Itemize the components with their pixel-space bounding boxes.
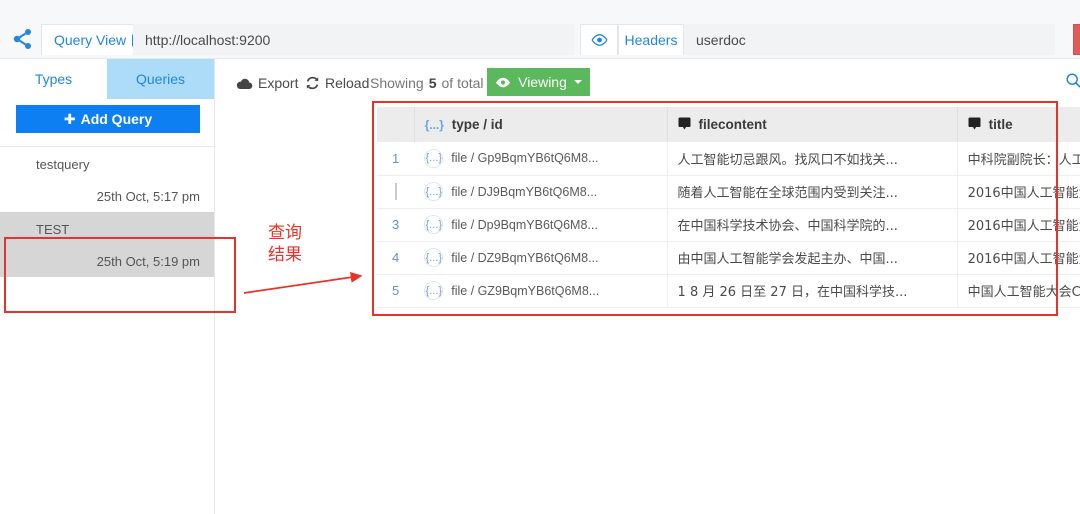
share-icon[interactable] [10,27,36,51]
table-body: 1 {...} file / Gp9BqmYB6tQ6M8... 人工智能切忌跟… [377,142,1080,308]
query-date: 25th Oct, 5:19 pm [96,254,200,269]
table-row[interactable]: 3 {...} file / Dp9BqmYB6tQ6M8... 在中国科学技术… [377,208,1080,242]
reload-label: Reload [325,75,370,91]
list-item[interactable]: TEST 25th Oct, 5:19 pm [0,212,214,277]
refresh-icon [306,76,319,90]
braces-icon: {...} [424,148,444,168]
row-checkbox-cell[interactable] [377,175,415,209]
cell-filecontent[interactable]: 在中国科学技术协会、中国科学院的... [667,208,958,242]
table-header: {...} type / id filecontent title [377,107,1080,142]
row-number: 4 [377,241,415,275]
table-row[interactable]: 5 {...} file / GZ9BqmYB6tQ6M8... 1 8 月 2… [377,274,1080,308]
export-label: Export [258,75,299,91]
row-number: 5 [377,274,415,308]
column-label-title: title [988,117,1013,132]
cell-title[interactable]: 2016中国人工智能大会 大咖云集探... [957,175,1080,209]
column-label-filecontent: filecontent [698,117,767,132]
table-row[interactable]: 4 {...} file / DZ9BqmYB6tQ6M8... 由中国人工智能… [377,241,1080,275]
row-number: 1 [377,142,415,176]
row-number: 3 [377,208,415,242]
cell-title[interactable]: 中国人工智能大会CCAI 2016圆满落... [957,274,1080,308]
tab-headers[interactable]: Headers [618,24,684,55]
type-id-value: file / Gp9BqmYB6tQ6M8... [451,151,599,166]
add-query-button[interactable]: ✚ Add Query [16,105,200,133]
text-field-icon [968,117,981,133]
column-header-type-id[interactable]: {...} type / id [414,107,668,142]
cloud-download-icon [236,78,253,89]
cell-filecontent[interactable]: 由中国人工智能学会发起主办、中国... [667,241,958,275]
preview-toggle-button[interactable] [580,24,618,55]
braces-icon: {...} [424,248,444,267]
showing-prefix: Showing [370,75,424,91]
cell-filecontent[interactable]: 1 8 月 26 日至 27 日，在中国科学技... [667,274,958,308]
plus-icon: ✚ [63,110,76,127]
eye-icon [496,77,511,87]
list-item[interactable]: testquery 25th Oct, 5:17 pm [0,147,214,212]
type-id-value: file / GZ9BqmYB6tQ6M8... [451,283,600,298]
index-input[interactable]: userdoc [684,24,1055,55]
export-button[interactable]: Export [236,70,298,96]
row-checkbox[interactable] [394,183,397,200]
cell-type-id[interactable]: {...} file / DZ9BqmYB6tQ6M8... [414,241,668,275]
braces-icon: {...} [424,117,444,132]
url-input[interactable]: http://localhost:9200 [133,24,574,55]
results-count: Showing 5 of total 5 [370,70,496,96]
type-id-value: file / DJ9BqmYB6tQ6M8... [451,184,598,199]
add-query-label: Add Query [80,111,153,127]
showing-count: 5 [428,75,437,91]
braces-icon: {...} [424,182,444,201]
cell-type-id[interactable]: {...} file / Gp9BqmYB6tQ6M8... [414,142,668,176]
eye-icon [590,34,608,46]
tab-headers-label: Headers [624,32,678,48]
viewing-dropdown-button[interactable]: Viewing [487,68,590,96]
showing-middle: of total [441,75,484,91]
column-header-title[interactable]: title [957,107,1080,142]
reload-button[interactable]: Reload [305,70,369,96]
type-id-value: file / Dp9BqmYB6tQ6M8... [451,217,598,232]
column-header-row-number [377,107,415,142]
top-bar: Query View http://localhost:9200 Headers… [0,0,1080,59]
delete-button[interactable] [1073,24,1080,55]
sidebar-tab-types[interactable]: Types [0,59,107,99]
tab-query-view-label: Query View [54,32,127,48]
annotation-arrow [243,271,363,294]
column-header-filecontent[interactable]: filecontent [667,107,958,142]
cell-title[interactable]: 2016中国人工智能大会 顶尖专家齐... [957,241,1080,275]
results-table: {...} type / id filecontent title 1 {...… [377,107,1080,308]
cell-type-id[interactable]: {...} file / DJ9BqmYB6tQ6M8... [414,175,668,209]
cell-title[interactable]: 中科院副院长：人工智能 找风口不... [957,142,1080,176]
cell-type-id[interactable]: {...} file / GZ9BqmYB6tQ6M8... [414,274,668,308]
sidebar-tabs: Types Queries [0,59,214,99]
cell-filecontent[interactable]: 人工智能切忌跟风。找风口不如找关... [667,142,958,176]
results-toolbar: Export Reload Showing 5 of total 5 Viewi… [215,59,1080,109]
braces-icon: {...} [424,215,444,234]
cell-title[interactable]: 2016中国人工智能大会在京召开.docx [957,208,1080,242]
column-label-type-id: type / id [451,117,503,132]
table-row[interactable]: 1 {...} file / Gp9BqmYB6tQ6M8... 人工智能切忌跟… [377,142,1080,176]
sidebar: Types Queries ✚ Add Query testquery 25th… [0,59,215,514]
cell-type-id[interactable]: {...} file / Dp9BqmYB6tQ6M8... [414,208,668,242]
braces-icon: {...} [424,281,444,300]
sidebar-tab-types-label: Types [34,71,73,87]
query-date: 25th Oct, 5:17 pm [96,189,200,204]
sidebar-tab-queries-label: Queries [135,71,186,87]
sidebar-tab-queries[interactable]: Queries [107,59,214,99]
query-name: testquery [36,157,90,172]
viewing-label: Viewing [518,74,567,90]
table-row[interactable]: {...} file / DJ9BqmYB6tQ6M8... 随着人工智能在全球… [377,175,1080,209]
query-name: TEST [36,222,70,237]
type-id-value: file / DZ9BqmYB6tQ6M8... [451,250,599,265]
search-icon[interactable] [1066,73,1080,92]
chevron-down-icon [573,80,582,84]
text-field-icon [678,117,691,133]
cell-filecontent[interactable]: 随着人工智能在全球范围内受到关注... [667,175,958,209]
